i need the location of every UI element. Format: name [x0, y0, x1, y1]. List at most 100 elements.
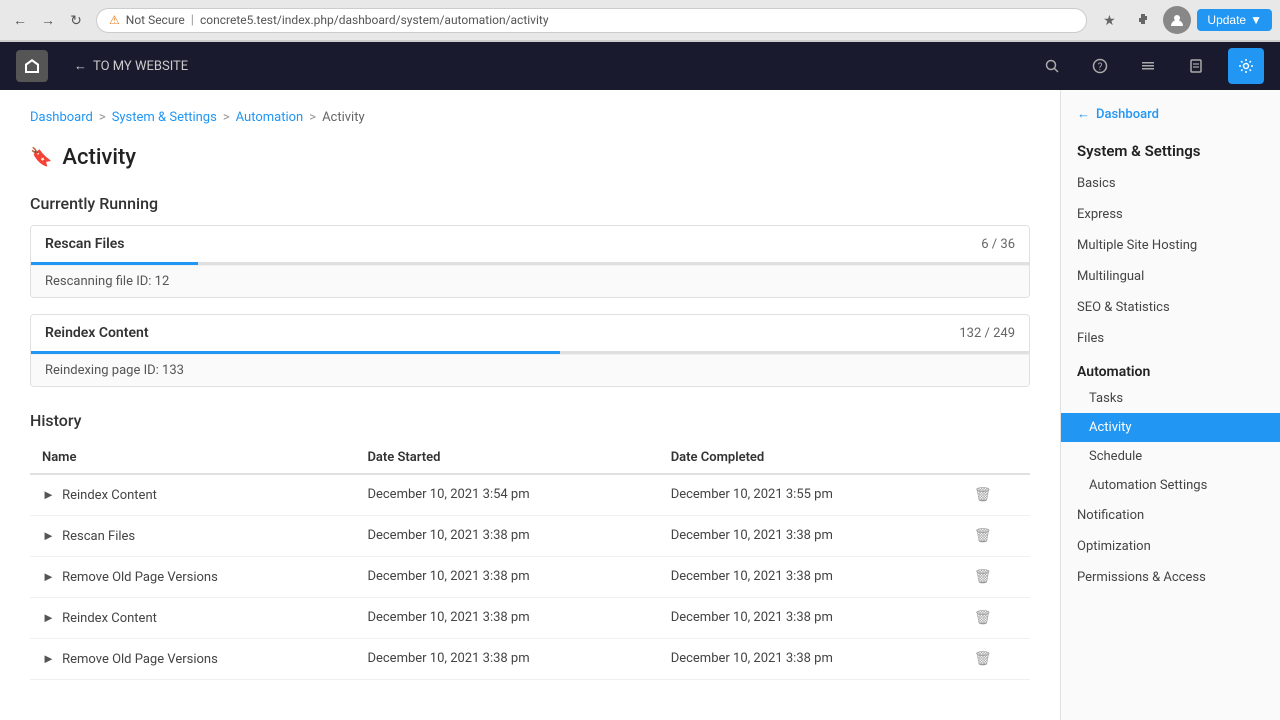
- avatar: [1163, 6, 1191, 34]
- delete-button[interactable]: 🗑: [974, 651, 992, 667]
- sidebar-item-permissions-&-access[interactable]: Permissions & Access: [1061, 562, 1280, 593]
- task-card-reindex: Reindex Content 132 / 249 Reindexing pag…: [30, 314, 1030, 387]
- sidebar-item-multilingual[interactable]: Multilingual: [1061, 261, 1280, 292]
- history-cell-completed: December 10, 2021 3:38 pm: [659, 557, 962, 598]
- task-card-rescan-files: Rescan Files 6 / 36 Rescanning file ID: …: [30, 225, 1030, 298]
- browser-chrome: ← → ↻ ⚠ Not Secure | concrete5.test/inde…: [0, 0, 1280, 42]
- history-cell-completed: December 10, 2021 3:55 pm: [659, 474, 962, 516]
- history-cell-name: ► Remove Old Page Versions: [30, 557, 355, 598]
- page-header: 🔖 Activity: [30, 145, 1030, 170]
- task-progress-rescan: 6 / 36: [981, 237, 1015, 252]
- col-date-started: Date Started: [355, 442, 658, 474]
- breadcrumb-automation[interactable]: Automation: [236, 110, 304, 125]
- bookmark-icon: 🔖: [30, 147, 52, 168]
- lock-icon: ⚠: [109, 13, 120, 27]
- task-status-rescan: Rescanning file ID: 12: [31, 265, 1029, 297]
- history-cell-actions: 🗑: [962, 557, 1030, 598]
- help-icon[interactable]: ?: [1084, 50, 1116, 82]
- history-cell-actions: 🗑: [962, 474, 1030, 516]
- sidebar-item-basics[interactable]: Basics: [1061, 168, 1280, 199]
- task-name-reindex: Reindex Content: [45, 325, 149, 341]
- url-full: concrete5.test/index.php/dashboard/syste…: [200, 13, 549, 27]
- list-icon[interactable]: [1132, 50, 1164, 82]
- history-cell-name: ► Rescan Files: [30, 516, 355, 557]
- main-content: Dashboard > System & Settings > Automati…: [0, 90, 1280, 720]
- history-task-name: Reindex Content: [62, 611, 157, 626]
- history-row: ► Reindex Content December 10, 2021 3:54…: [30, 474, 1030, 516]
- expand-icon[interactable]: ►: [42, 570, 55, 585]
- settings-icon[interactable]: [1228, 48, 1264, 84]
- to-my-website-link[interactable]: ← TO MY WEBSITE: [64, 52, 198, 80]
- sidebar: ← Dashboard System & Settings BasicsExpr…: [1060, 90, 1280, 720]
- history-cell-started: December 10, 2021 3:38 pm: [355, 639, 658, 680]
- history-table-header-row: Name Date Started Date Completed: [30, 442, 1030, 474]
- history-table-body: ► Reindex Content December 10, 2021 3:54…: [30, 474, 1030, 680]
- history-cell-started: December 10, 2021 3:54 pm: [355, 474, 658, 516]
- history-row: ► Remove Old Page Versions December 10, …: [30, 557, 1030, 598]
- svg-text:?: ?: [1098, 62, 1103, 73]
- breadcrumb-sep-2: >: [223, 110, 230, 125]
- history-section: History Name Date Started Date Completed…: [30, 411, 1030, 680]
- back-button[interactable]: ←: [8, 8, 32, 32]
- breadcrumb: Dashboard > System & Settings > Automati…: [30, 110, 1030, 125]
- delete-button[interactable]: 🗑: [974, 528, 992, 544]
- delete-button[interactable]: 🗑: [974, 487, 992, 503]
- logo-icon[interactable]: [16, 50, 48, 82]
- sidebar-item-optimization[interactable]: Optimization: [1061, 531, 1280, 562]
- pages-icon[interactable]: [1180, 50, 1212, 82]
- task-header-rescan: Rescan Files 6 / 36: [31, 226, 1029, 262]
- expand-icon[interactable]: ►: [42, 611, 55, 626]
- sidebar-sub-item-automation-settings[interactable]: Automation Settings: [1061, 471, 1280, 500]
- update-button[interactable]: Update ▼: [1197, 9, 1272, 31]
- history-cell-completed: December 10, 2021 3:38 pm: [659, 598, 962, 639]
- history-cell-completed: December 10, 2021 3:38 pm: [659, 516, 962, 557]
- history-task-name: Remove Old Page Versions: [62, 570, 218, 585]
- sidebar-item-express[interactable]: Express: [1061, 199, 1280, 230]
- expand-icon[interactable]: ►: [42, 529, 55, 544]
- expand-icon[interactable]: ►: [42, 652, 55, 667]
- task-progress-reindex: 132 / 249: [959, 326, 1015, 341]
- history-cell-actions: 🗑: [962, 598, 1030, 639]
- url-text: Not Secure: [126, 13, 185, 27]
- top-nav: ← TO MY WEBSITE ?: [0, 42, 1280, 90]
- sidebar-item-notification[interactable]: Notification: [1061, 500, 1280, 531]
- forward-button[interactable]: →: [36, 8, 60, 32]
- expand-icon[interactable]: ►: [42, 488, 55, 503]
- breadcrumb-sep-3: >: [309, 110, 316, 125]
- extension-button[interactable]: [1129, 6, 1157, 34]
- sidebar-items-container: BasicsExpressMultiple Site HostingMultil…: [1061, 168, 1280, 593]
- sidebar-item-files[interactable]: Files: [1061, 323, 1280, 354]
- history-task-name: Remove Old Page Versions: [62, 652, 218, 667]
- to-my-website-label: TO MY WEBSITE: [93, 59, 188, 74]
- history-row: ► Remove Old Page Versions December 10, …: [30, 639, 1030, 680]
- breadcrumb-dashboard[interactable]: Dashboard: [30, 110, 93, 125]
- address-bar[interactable]: ⚠ Not Secure | concrete5.test/index.php/…: [96, 8, 1087, 33]
- sidebar-sub-item-schedule[interactable]: Schedule: [1061, 442, 1280, 471]
- delete-button[interactable]: 🗑: [974, 610, 992, 626]
- history-cell-actions: 🗑: [962, 516, 1030, 557]
- sidebar-item-multiple-site-hosting[interactable]: Multiple Site Hosting: [1061, 230, 1280, 261]
- sidebar-back-label: Dashboard: [1096, 107, 1159, 122]
- history-cell-started: December 10, 2021 3:38 pm: [355, 557, 658, 598]
- sidebar-back-link[interactable]: ← Dashboard: [1061, 90, 1280, 130]
- breadcrumb-system-settings[interactable]: System & Settings: [112, 110, 217, 125]
- history-cell-completed: December 10, 2021 3:38 pm: [659, 639, 962, 680]
- page-title: Activity: [62, 145, 136, 170]
- delete-button[interactable]: 🗑: [974, 569, 992, 585]
- search-icon[interactable]: [1036, 50, 1068, 82]
- sidebar-sub-item-tasks[interactable]: Tasks: [1061, 384, 1280, 413]
- nav-buttons: ← → ↻: [8, 8, 88, 32]
- history-cell-started: December 10, 2021 3:38 pm: [355, 598, 658, 639]
- history-cell-name: ► Reindex Content: [30, 474, 355, 516]
- sidebar-item-seo-&-statistics[interactable]: SEO & Statistics: [1061, 292, 1280, 323]
- reload-button[interactable]: ↻: [64, 8, 88, 32]
- history-row: ► Reindex Content December 10, 2021 3:38…: [30, 598, 1030, 639]
- history-table-head: Name Date Started Date Completed: [30, 442, 1030, 474]
- task-header-reindex: Reindex Content 132 / 249: [31, 315, 1029, 351]
- sidebar-sub-item-activity[interactable]: Activity: [1061, 413, 1280, 442]
- col-name: Name: [30, 442, 355, 474]
- history-task-name: Rescan Files: [62, 529, 135, 544]
- history-cell-started: December 10, 2021 3:38 pm: [355, 516, 658, 557]
- sidebar-group-automation[interactable]: Automation: [1061, 354, 1280, 384]
- star-button[interactable]: ★: [1095, 6, 1123, 34]
